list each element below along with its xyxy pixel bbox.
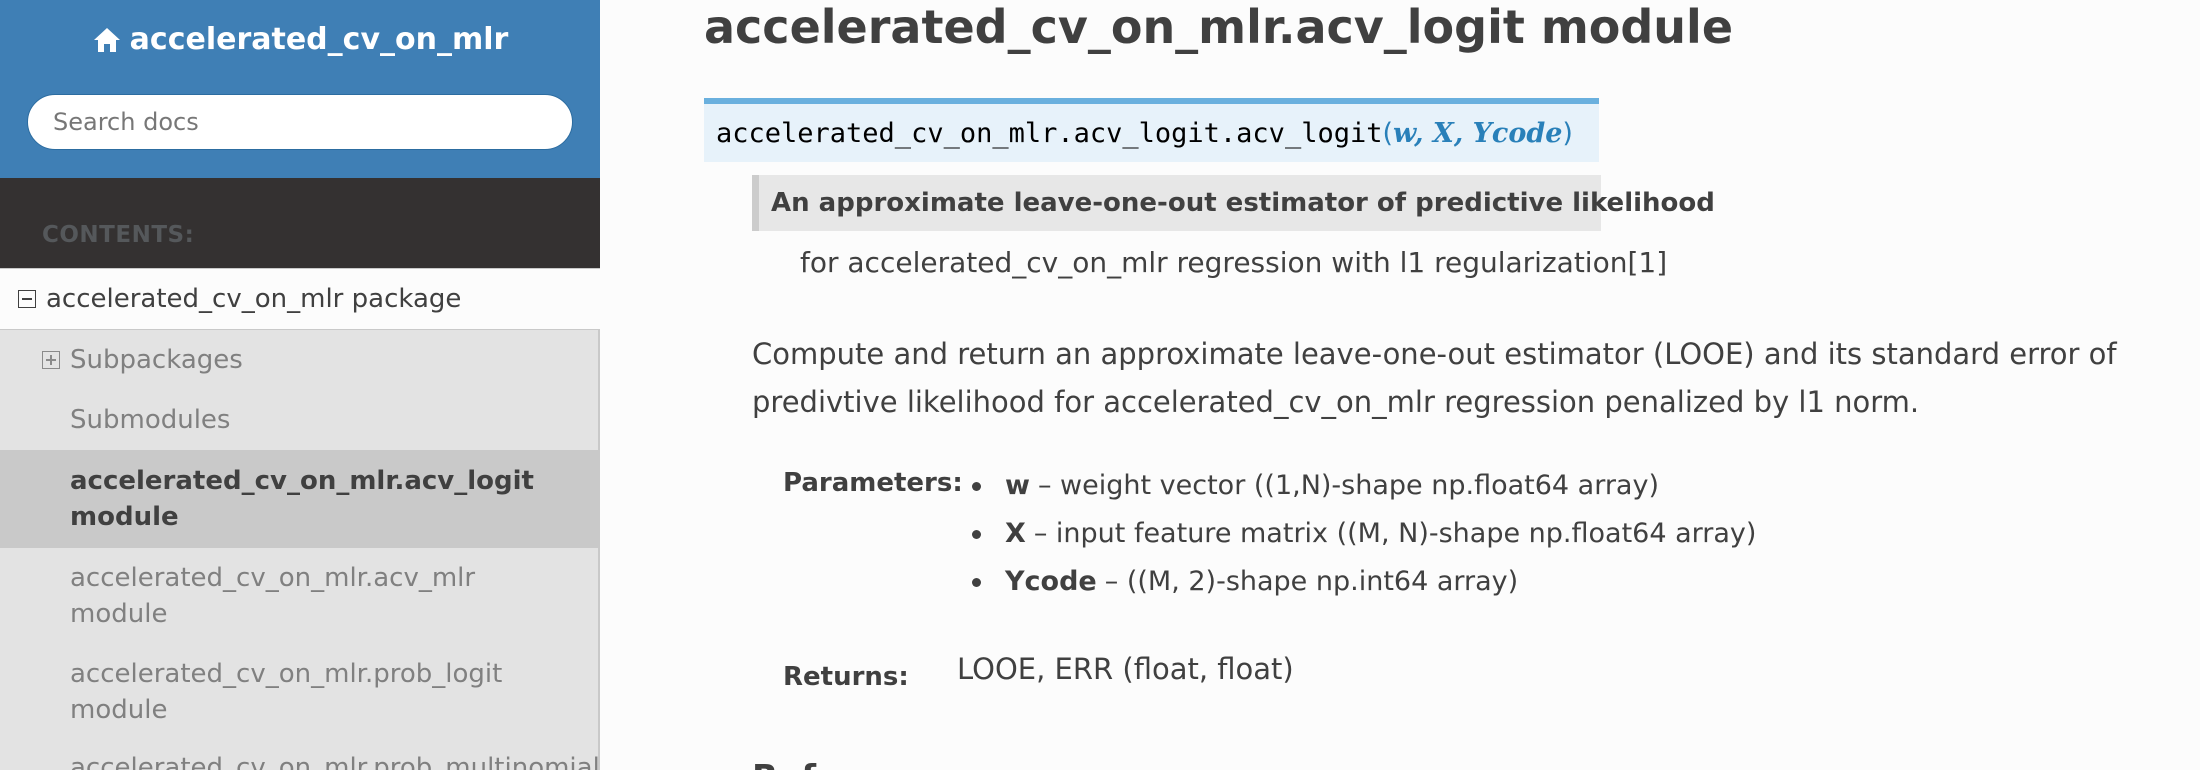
nav-submodules[interactable]: Submodules	[0, 390, 600, 450]
function-signature: accelerated_cv_on_mlr.acv_logit.acv_logi…	[704, 98, 1599, 162]
function-description: Compute and return an approximate leave-…	[752, 337, 2117, 419]
sidebar: accelerated_cv_on_mlr CONTENTS: accelera…	[0, 0, 600, 770]
param-name: Ycode	[1005, 566, 1097, 597]
param-name: X	[1005, 518, 1026, 549]
project-home-link[interactable]: accelerated_cv_on_mlr	[0, 22, 600, 57]
param-name: w	[1005, 470, 1030, 501]
parameters-label: Parameters:	[783, 468, 963, 498]
plus-square-icon[interactable]	[42, 351, 60, 369]
parameters-list: w – weight vector ((1,N)-shape np.float6…	[972, 462, 1756, 606]
bullet-icon	[972, 577, 981, 587]
nav-package-label: accelerated_cv_on_mlr package	[46, 284, 462, 314]
signature-close-paren: )	[1562, 117, 1573, 149]
search-input[interactable]	[27, 94, 573, 150]
signature-name: accelerated_cv_on_mlr.acv_logit.acv_logi…	[716, 117, 1383, 149]
returns-value: LOOE, ERR (float, float)	[957, 652, 1294, 686]
param-desc: – weight vector ((1,N)-shape np.float64 …	[1037, 470, 1659, 501]
nav-package[interactable]: accelerated_cv_on_mlr package	[0, 268, 600, 330]
nav-module-prob-logit[interactable]: accelerated_cv_on_mlr.prob_logit module	[0, 644, 600, 740]
list-item: Ycode – ((M, 2)-shape np.int64 array)	[972, 558, 1756, 606]
minus-square-icon[interactable]	[18, 290, 36, 308]
contents-caption: CONTENTS:	[42, 222, 195, 248]
returns-label: Returns:	[783, 662, 909, 692]
list-item: w – weight vector ((1,N)-shape np.float6…	[972, 462, 1756, 510]
sidebar-header: accelerated_cv_on_mlr	[0, 0, 600, 178]
project-title: accelerated_cv_on_mlr	[129, 22, 509, 57]
signature-open-paren: (	[1382, 117, 1394, 149]
home-icon	[93, 27, 120, 52]
nav-subpackages-label: Subpackages	[70, 345, 243, 375]
nav-module-prob-multinomial[interactable]: accelerated_cv_on_mlr.prob_multinomial	[0, 740, 600, 770]
nav-module-acv-logit[interactable]: accelerated_cv_on_mlr.acv_logit module	[0, 450, 600, 548]
summary-blockquote: An approximate leave-one-out estimator o…	[752, 175, 1715, 231]
param-desc: – input feature matrix ((M, N)-shape np.…	[1033, 518, 1757, 549]
nav-submodules-label: Submodules	[70, 405, 231, 435]
nav-module-acv-mlr[interactable]: accelerated_cv_on_mlr.acv_mlr module	[0, 548, 600, 644]
page-title: accelerated_cv_on_mlr.acv_logit module	[704, 0, 1734, 54]
main-content: accelerated_cv_on_mlr.acv_logit module a…	[600, 0, 2200, 770]
nav-subpackages[interactable]: Subpackages	[0, 330, 600, 390]
list-item: X – input feature matrix ((M, N)-shape n…	[972, 510, 1756, 558]
summary-continuation: for accelerated_cv_on_mlr regression wit…	[800, 246, 1668, 279]
bullet-icon	[972, 481, 981, 491]
signature-params: w, X, Ycode	[1393, 117, 1563, 149]
references-heading: References	[752, 758, 967, 770]
param-desc: – ((M, 2)-shape np.int64 array)	[1104, 566, 1519, 597]
bullet-icon	[972, 529, 981, 539]
